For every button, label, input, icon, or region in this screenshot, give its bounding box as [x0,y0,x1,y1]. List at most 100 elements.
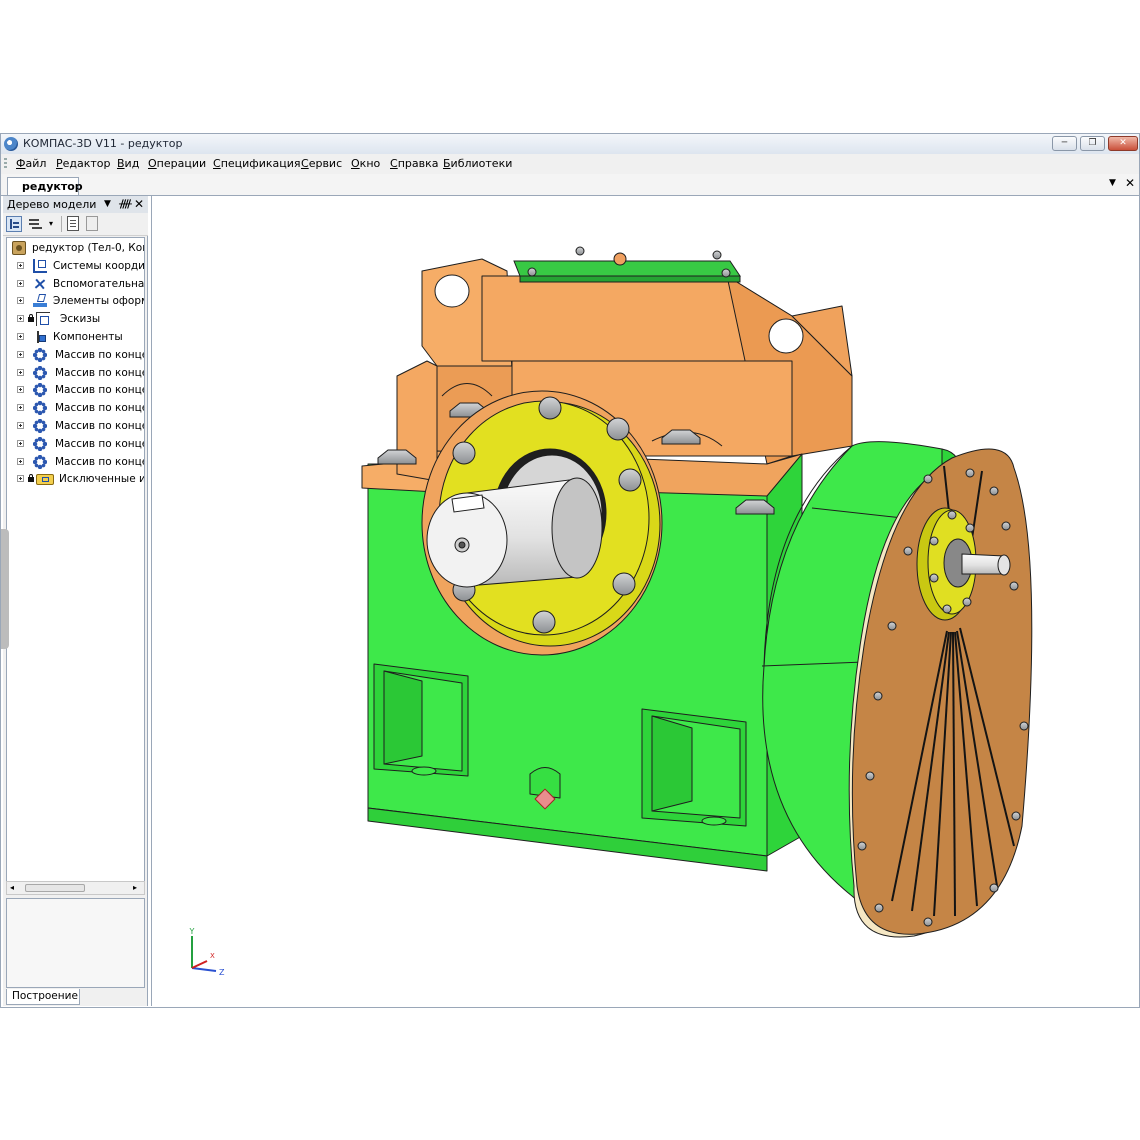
tree-item[interactable]: Эскизы [7,311,144,328]
menu-service-label: ервис [308,157,343,170]
restore-button[interactable]: ❐ [1080,136,1105,151]
menu-editor-label: едактор [62,157,111,170]
menu-operations[interactable]: Операции [148,157,206,170]
tree-item-label: Массив по конце [55,384,145,397]
document-close-icon[interactable]: ✕ [1125,176,1135,190]
model-tree[interactable]: редуктор (Тел-0, Комп Системы коорди Вспом… [6,237,145,895]
expand-toggle-icon[interactable] [17,386,24,394]
expand-toggle-icon[interactable] [17,422,24,429]
scroll-right-icon[interactable]: ▸ [133,883,137,892]
panel-title: Дерево модели [7,198,97,211]
expand-toggle-icon[interactable] [17,315,24,323]
expand-toggle-icon[interactable] [17,439,24,447]
scroll-thumb[interactable] [25,884,85,892]
document-list-icon[interactable] [86,216,98,231]
menu-help-label: правка [397,157,439,170]
title-bar[interactable]: КОМПАС-3D V11 - редуктор ─ ❐ ✕ [1,134,1139,155]
gearbox-3d-model[interactable]: Y X Z [152,196,1139,1006]
expand-toggle-icon[interactable] [17,279,24,287]
tree-item[interactable]: Вспомогательная [7,276,144,293]
panel-close-icon[interactable]: ✕ [134,197,144,211]
tree-item[interactable]: Массив по конце [7,400,145,417]
minimize-button[interactable]: ─ [1052,136,1077,151]
kompas-window: КОМПАС-3D V11 - редуктор ─ ❐ ✕ Файл Реда… [0,133,1140,1008]
panel-toolbar: ▾ [3,213,148,236]
document-tab[interactable]: редуктор [7,177,83,195]
expand-toggle-icon[interactable] [17,350,24,358]
document-tab-bar: редуктор ▼ ✕ [1,174,1139,196]
axis-x-label: X [210,952,215,960]
window-title: КОМПАС-3D V11 - редуктор [23,137,183,150]
circular-array-icon [33,365,47,380]
document-list-arrow-icon[interactable]: ▼ [1109,178,1116,188]
menu-libraries-hotkey: Б [443,157,451,170]
expand-toggle-icon[interactable] [17,404,24,412]
circular-array-icon [33,347,47,362]
tree-item[interactable]: Массив по конце [7,365,145,382]
axis-z-label: Z [219,968,225,977]
expand-toggle-icon[interactable] [17,297,24,305]
tree-item-label: Массив по конце [55,366,145,379]
kompas-app-icon[interactable] [4,137,18,151]
menu-operations-hotkey: О [148,157,157,170]
tab-construction[interactable]: Построение [6,989,80,1005]
expand-toggle-icon[interactable] [17,261,24,269]
tree-item-label: Компоненты [53,331,123,343]
menu-view[interactable]: Вид [117,157,139,170]
assembly-icon [12,241,26,255]
tree-item[interactable]: Компоненты [7,329,144,346]
menu-window-label: кно [359,157,381,170]
menu-window[interactable]: Окно [351,157,380,170]
close-window-button[interactable]: ✕ [1108,136,1138,151]
document-properties-icon[interactable] [67,216,79,231]
tree-view-icon[interactable] [6,216,22,232]
3d-viewport[interactable]: Y X Z [151,196,1139,1006]
tree-item-label: Массив по конце [55,455,145,468]
tree-item[interactable]: Системы коорди [7,258,144,275]
tree-item-label: Массив по конце [55,402,145,415]
menu-file[interactable]: Файл [16,157,46,170]
side-panel-handle[interactable] [1,529,9,649]
expand-toggle-icon[interactable] [17,457,24,465]
menu-window-hotkey: О [351,157,360,170]
panel-header[interactable]: Дерево модели ▼ ᚎ ✕ [3,196,148,214]
axis-y-label: Y [189,927,195,936]
tree-item[interactable]: Массив по конце [7,454,145,471]
panel-pin-icon[interactable]: ᚎ [119,197,132,210]
tree-item[interactable]: редуктор (Тел-0, Комп [7,240,144,257]
menu-specification-hotkey: С [213,157,221,170]
tree-item[interactable]: Массив по конце [7,418,145,435]
menu-specification-label: пецификация [220,157,301,170]
scroll-left-icon[interactable]: ◂ [10,883,14,892]
tree-item[interactable]: Массив по конце [7,382,145,399]
expand-toggle-icon[interactable] [17,475,24,483]
tree-item-label: Массив по конце [55,437,145,450]
menu-grip[interactable] [4,158,7,170]
circular-array-icon [33,419,47,433]
tree-horizontal-scrollbar[interactable]: ◂ ▸ [6,881,145,895]
tree-item[interactable]: Элементы оформ [7,293,144,310]
menu-editor[interactable]: Редактор [56,157,111,170]
menu-bar: Файл Редактор Вид Операции Спецификация … [1,154,1139,175]
menu-view-label: ид [124,157,140,170]
structure-view-icon[interactable] [28,216,44,232]
menu-specification[interactable]: Спецификация [213,157,300,170]
circular-array-icon [33,454,47,469]
inspection-cover[interactable] [513,246,741,283]
tree-item-label: Массив по конце [55,420,145,432]
expand-toggle-icon[interactable] [17,368,24,376]
structure-dropdown-icon[interactable]: ▾ [49,219,53,228]
panel-menu-arrow-icon[interactable]: ▼ [104,199,111,209]
tree-item[interactable]: Исключенные и [7,471,144,488]
menu-libraries-label: иблиотеки [450,157,513,170]
tree-item[interactable]: Массив по конце [7,347,144,364]
circular-array-icon [33,401,47,416]
tree-item[interactable]: Массив по конце [7,436,145,453]
components-icon [33,330,47,344]
menu-help[interactable]: Справка [390,157,438,170]
expand-toggle-icon[interactable] [17,333,24,340]
lock-icon [28,474,34,483]
menu-service[interactable]: Сервис [301,157,342,170]
menu-libraries[interactable]: Библиотеки [443,157,512,170]
toolbar-separator [61,216,62,232]
